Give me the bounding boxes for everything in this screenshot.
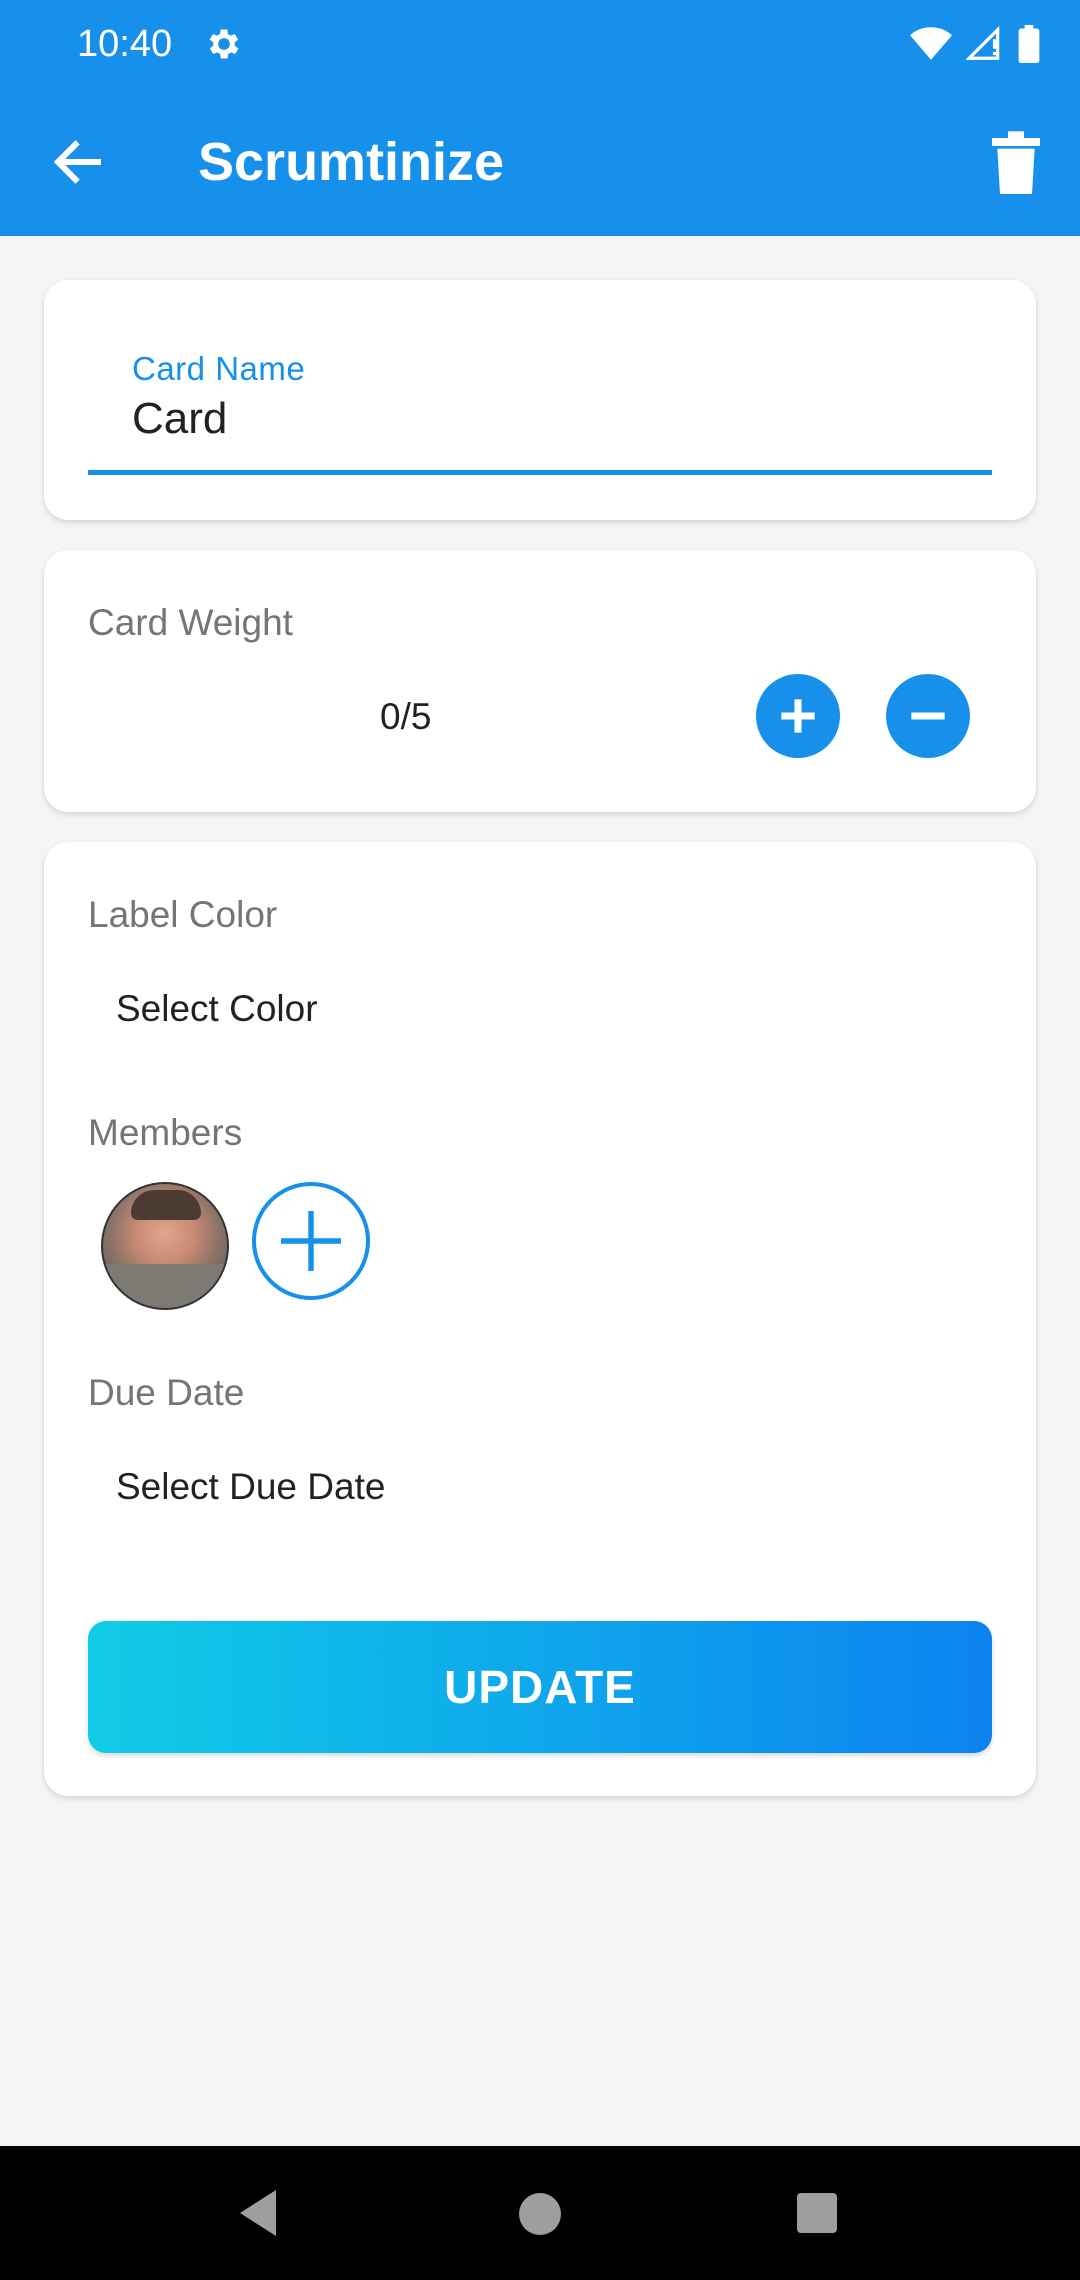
members-label: Members bbox=[88, 1112, 243, 1153]
card-details-card: Label Color Select Color Members Due Dat… bbox=[44, 842, 1036, 1796]
plus-icon bbox=[281, 1211, 341, 1271]
plus-icon bbox=[781, 699, 815, 733]
app-title: Scrumtinize bbox=[198, 132, 505, 192]
nav-home-icon[interactable] bbox=[519, 2193, 561, 2235]
due-date-label: Due Date bbox=[88, 1372, 245, 1413]
card-weight-card: Card Weight 0/5 bbox=[44, 550, 1036, 812]
system-nav-bar bbox=[0, 2146, 1080, 2280]
status-icons bbox=[910, 22, 1040, 66]
nav-back-icon[interactable] bbox=[236, 2188, 280, 2238]
app-bar: Scrumtinize bbox=[0, 88, 1080, 236]
settings-icon bbox=[209, 29, 239, 59]
signal-icon bbox=[966, 26, 1000, 60]
card-weight-label: Card Weight bbox=[88, 602, 293, 643]
status-bar: 10:40 bbox=[0, 0, 1080, 88]
decrease-weight-button[interactable] bbox=[886, 674, 970, 758]
label-color-label: Label Color bbox=[88, 894, 278, 935]
battery-icon bbox=[1018, 25, 1040, 63]
card-name-input[interactable]: Card bbox=[132, 394, 227, 444]
select-due-date-button[interactable]: Select Due Date bbox=[116, 1466, 385, 1508]
card-name-card: Card Name Card bbox=[44, 280, 1036, 520]
status-time: 10:40 bbox=[77, 23, 173, 65]
card-name-underline bbox=[88, 470, 992, 475]
member-avatar[interactable] bbox=[101, 1182, 229, 1310]
minus-icon bbox=[911, 712, 945, 720]
nav-recents-icon[interactable] bbox=[797, 2193, 837, 2233]
add-member-button[interactable] bbox=[252, 1182, 370, 1300]
wifi-icon bbox=[910, 27, 952, 60]
card-name-label: Card Name bbox=[132, 350, 306, 387]
card-weight-value: 0/5 bbox=[380, 696, 432, 737]
update-button[interactable]: UPDATE bbox=[88, 1621, 992, 1753]
increase-weight-button[interactable] bbox=[756, 674, 840, 758]
select-color-button[interactable]: Select Color bbox=[116, 988, 318, 1030]
arrow-left-icon[interactable] bbox=[48, 132, 108, 192]
trash-icon[interactable] bbox=[986, 130, 1046, 194]
